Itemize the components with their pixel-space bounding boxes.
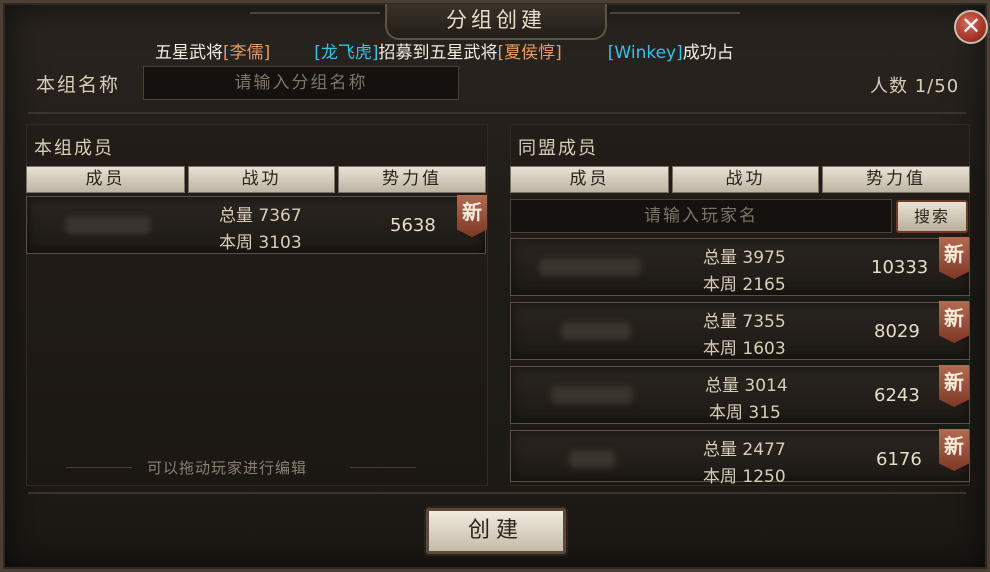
- alliance-member-row[interactable]: 总量 3014 本周 315 6243 新: [510, 365, 970, 424]
- divider: [28, 492, 966, 494]
- broadcast-ticker: 五星武将[李儒] [龙飞虎]招募到五星武将[夏侯惇] [Winkey]成功占: [155, 38, 945, 62]
- alliance-member-row[interactable]: 总量 7355 本周 1603 8029 新: [510, 301, 970, 360]
- ticker-text: 五星武将: [155, 43, 223, 62]
- group-name-label: 本组名称: [36, 74, 121, 96]
- ticker-text: 招募到五星武将: [378, 43, 498, 62]
- merit-total: 总量 3975: [703, 248, 786, 268]
- column-header-member[interactable]: 成员: [26, 166, 185, 193]
- new-badge: 新: [457, 195, 487, 237]
- player-search-input[interactable]: [510, 199, 892, 233]
- player-name-redacted: [551, 386, 633, 404]
- alliance-members-title: 同盟成员: [518, 138, 598, 159]
- ticker-player-name: [龙飞虎]: [314, 43, 379, 62]
- alliance-member-row[interactable]: 总量 3975 本周 2165 10333 新: [510, 237, 970, 296]
- ticker-hero-name: [李儒]: [223, 43, 271, 62]
- merit-total: 总量 7367: [219, 206, 302, 226]
- column-header-power[interactable]: 势力值: [822, 166, 970, 193]
- power-value: 8029: [874, 321, 920, 342]
- new-badge: 新: [939, 365, 969, 407]
- new-badge: 新: [939, 237, 969, 279]
- hint-line-right: [350, 467, 416, 468]
- title-decoration-right: [610, 12, 740, 14]
- player-name-redacted: [65, 216, 151, 234]
- player-name-redacted: [569, 450, 615, 468]
- member-count: 人数 1/50: [870, 76, 960, 97]
- merit-weekly: 本周 315: [709, 403, 781, 423]
- title-decoration-left: [250, 12, 380, 14]
- new-badge: 新: [939, 301, 969, 343]
- column-header-power[interactable]: 势力值: [338, 166, 486, 193]
- new-badge: 新: [939, 429, 969, 471]
- divider: [28, 112, 966, 114]
- ticker-hero-name: [夏侯惇]: [497, 43, 562, 62]
- hint-line-left: [66, 467, 132, 468]
- ticker-player-name: [Winkey]: [607, 43, 683, 62]
- group-members-title: 本组成员: [34, 138, 114, 159]
- merit-total: 总量 2477: [703, 440, 786, 460]
- dialog-title: 分组创建: [385, 4, 607, 40]
- power-value: 6243: [874, 385, 920, 406]
- power-value: 5638: [390, 215, 436, 236]
- merit-total: 总量 3014: [705, 376, 788, 396]
- search-button[interactable]: 搜索: [896, 200, 968, 233]
- power-value: 10333: [871, 257, 929, 278]
- merit-total: 总量 7355: [703, 312, 786, 332]
- merit-weekly: 本周 1603: [703, 339, 786, 359]
- group-member-row[interactable]: 总量 7367 本周 3103 5638 新: [26, 195, 487, 254]
- merit-weekly: 本周 3103: [219, 233, 302, 253]
- player-name-redacted: [539, 258, 641, 276]
- close-icon: ✕: [960, 12, 982, 40]
- close-button[interactable]: ✕: [954, 10, 988, 44]
- player-name-redacted: [561, 322, 631, 340]
- column-header-member[interactable]: 成员: [510, 166, 669, 193]
- alliance-member-row[interactable]: 总量 2477 本周 1250 6176 新: [510, 429, 970, 487]
- create-button[interactable]: 创建: [426, 508, 566, 554]
- column-header-merit[interactable]: 战功: [188, 166, 335, 193]
- ticker-text: 成功占: [682, 43, 734, 62]
- power-value: 6176: [876, 449, 922, 470]
- merit-weekly: 本周 2165: [703, 275, 786, 295]
- merit-weekly: 本周 1250: [703, 467, 786, 487]
- column-header-merit[interactable]: 战功: [672, 166, 819, 193]
- group-name-input[interactable]: [143, 66, 459, 100]
- drag-hint: 可以拖动玩家进行编辑: [147, 459, 308, 477]
